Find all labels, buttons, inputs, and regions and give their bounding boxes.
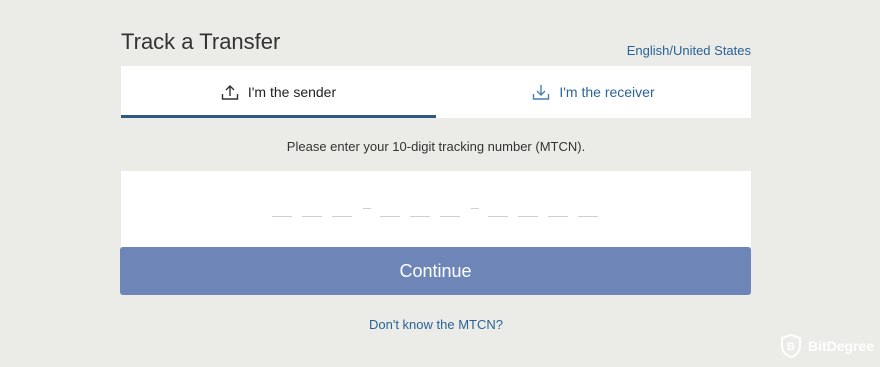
mtcn-digit-slot <box>332 216 352 217</box>
mtcn-digit-slot <box>488 216 508 217</box>
mtcn-digit-slot <box>578 216 598 217</box>
watermark-text: BitDegree <box>808 338 875 354</box>
mtcn-digit-slot <box>272 216 292 217</box>
mtcn-digit-slot <box>440 216 460 217</box>
tab-receiver[interactable]: I'm the receiver <box>436 66 751 118</box>
mtcn-separator <box>363 208 371 209</box>
tab-sender-label: I'm the sender <box>247 84 337 100</box>
mtcn-digit-slot <box>380 216 400 217</box>
bitdegree-logo-icon: B <box>780 334 802 358</box>
dont-know-mtcn-link[interactable]: Don't know the MTCN? <box>121 317 751 332</box>
mtcn-digit-slot <box>410 216 430 217</box>
bitdegree-watermark: B BitDegree <box>780 334 874 358</box>
mtcn-digit-slot <box>302 216 322 217</box>
page-title: Track a Transfer <box>121 29 281 54</box>
mtcn-separator <box>471 208 479 209</box>
tab-receiver-label: I'm the receiver <box>559 84 655 100</box>
mtcn-input[interactable] <box>121 171 751 247</box>
mtcn-digit-slot <box>518 216 538 217</box>
download-icon <box>532 83 550 101</box>
role-tabs: I'm the sender I'm the receiver <box>121 66 751 118</box>
language-selector-link[interactable]: English/United States <box>627 43 751 58</box>
svg-text:B: B <box>787 341 795 353</box>
continue-button[interactable]: Continue <box>120 247 751 295</box>
upload-icon <box>221 83 239 101</box>
mtcn-instructions: Please enter your 10-digit tracking numb… <box>286 139 586 154</box>
mtcn-digit-slot <box>548 216 568 217</box>
tab-sender[interactable]: I'm the sender <box>121 66 436 118</box>
